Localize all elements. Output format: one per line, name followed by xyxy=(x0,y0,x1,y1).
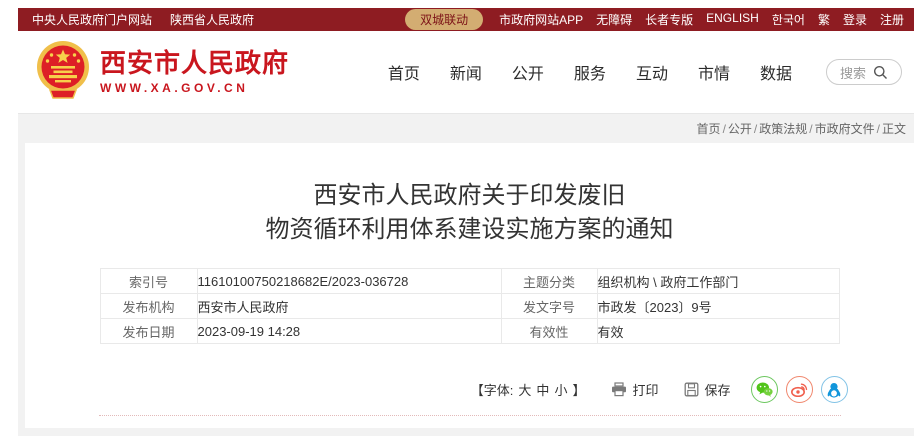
breadcrumb-policies[interactable]: 政策法规 xyxy=(759,120,807,137)
link-senior-version[interactable]: 长者专版 xyxy=(645,11,693,28)
link-accessibility[interactable]: 无障碍 xyxy=(596,11,632,28)
link-korean[interactable]: 한국어 xyxy=(772,11,805,28)
save-label: 保存 xyxy=(704,380,730,399)
meta-value-issuing-agency: 西安市人民政府 xyxy=(197,294,501,319)
search-button[interactable]: 搜索 xyxy=(826,59,902,85)
share-qq-button[interactable] xyxy=(821,376,848,403)
nav-services[interactable]: 服务 xyxy=(574,60,606,84)
meta-value-publish-date: 2023-09-19 14:28 xyxy=(197,319,501,344)
breadcrumb-current: 正文 xyxy=(882,120,906,137)
search-icon xyxy=(873,65,888,80)
meta-value-validity: 有效 xyxy=(597,319,839,344)
breadcrumb-separator: / xyxy=(809,122,812,136)
document-meta-table: 索引号 11610100750218682E/2023-036728 主题分类 … xyxy=(100,268,840,344)
table-row: 发布机构 西安市人民政府 发文字号 市政发〔2023〕9号 xyxy=(100,294,839,319)
search-placeholder: 搜索 xyxy=(840,63,866,82)
breadcrumb: 首页 / 公开 / 政策法规 / 市政府文件 / 正文 xyxy=(18,113,914,143)
font-size-prefix: 【字体: xyxy=(471,380,514,399)
breadcrumb-separator: / xyxy=(723,122,726,136)
save-icon xyxy=(684,382,699,397)
font-size-suffix: 】 xyxy=(572,380,585,399)
print-label: 打印 xyxy=(632,380,658,399)
font-size-large[interactable]: 大 xyxy=(518,380,531,399)
font-size-medium[interactable]: 中 xyxy=(536,380,549,399)
link-gov-app[interactable]: 市政府网站APP xyxy=(499,11,583,28)
site-url: WWW.XA.GOV.CN xyxy=(100,82,289,95)
page-title: 西安市人民政府关于印发废旧 物资循环利用体系建设实施方案的通知 xyxy=(25,179,914,247)
printer-icon xyxy=(611,382,627,397)
wechat-icon xyxy=(756,382,773,397)
share-wechat-button[interactable] xyxy=(751,376,778,403)
content-divider xyxy=(99,415,841,416)
qq-icon xyxy=(827,382,841,398)
link-central-gov[interactable]: 中央人民政府门户网站 xyxy=(32,11,152,28)
font-size-control: 【字体: 大 中 小 】 xyxy=(471,380,586,399)
nav-news[interactable]: 新闻 xyxy=(450,60,482,84)
main-navigation: 首页 新闻 公开 服务 互动 市情 数据 xyxy=(388,60,792,84)
national-emblem-icon xyxy=(36,40,90,105)
meta-label-topic-category: 主题分类 xyxy=(501,269,597,294)
meta-label-publish-date: 发布日期 xyxy=(100,319,197,344)
breadcrumb-disclosure[interactable]: 公开 xyxy=(728,120,752,137)
link-english[interactable]: ENGLISH xyxy=(706,11,759,28)
dual-city-button[interactable]: 双城联动 xyxy=(405,9,483,30)
meta-value-document-no: 市政发〔2023〕9号 xyxy=(597,294,839,319)
article-card: 西安市人民政府关于印发废旧 物资循环利用体系建设实施方案的通知 索引号 1161… xyxy=(25,143,914,428)
content-area: 西安市人民政府关于印发废旧 物资循环利用体系建设实施方案的通知 索引号 1161… xyxy=(18,143,914,436)
meta-label-validity: 有效性 xyxy=(501,319,597,344)
print-button[interactable]: 打印 xyxy=(611,380,658,399)
site-logo[interactable]: 西安市人民政府 WWW.XA.GOV.CN xyxy=(36,40,289,105)
logo-text: 西安市人民政府 WWW.XA.GOV.CN xyxy=(100,49,289,95)
meta-label-index-no: 索引号 xyxy=(100,269,197,294)
table-row: 索引号 11610100750218682E/2023-036728 主题分类 … xyxy=(100,269,839,294)
breadcrumb-gov-documents[interactable]: 市政府文件 xyxy=(815,120,875,137)
share-weibo-button[interactable] xyxy=(786,376,813,403)
table-row: 发布日期 2023-09-19 14:28 有效性 有效 xyxy=(100,319,839,344)
meta-label-issuing-agency: 发布机构 xyxy=(100,294,197,319)
nav-disclosure[interactable]: 公开 xyxy=(512,60,544,84)
page-container: 中央人民政府门户网站 陕西省人民政府 双城联动 市政府网站APP 无障碍 长者专… xyxy=(18,8,914,436)
nav-data[interactable]: 数据 xyxy=(760,60,792,84)
link-register[interactable]: 注册 xyxy=(880,11,904,28)
site-header: 西安市人民政府 WWW.XA.GOV.CN 首页 新闻 公开 服务 互动 市情 … xyxy=(18,31,914,113)
title-line-2: 物资循环利用体系建设实施方案的通知 xyxy=(25,213,914,247)
meta-label-document-no: 发文字号 xyxy=(501,294,597,319)
nav-home[interactable]: 首页 xyxy=(388,60,420,84)
title-line-1: 西安市人民政府关于印发废旧 xyxy=(25,179,914,213)
link-traditional-chinese[interactable]: 繁 xyxy=(818,11,830,28)
breadcrumb-separator: / xyxy=(754,122,757,136)
government-portal-links: 中央人民政府门户网站 陕西省人民政府 xyxy=(32,11,254,28)
nav-interaction[interactable]: 互动 xyxy=(636,60,668,84)
link-login[interactable]: 登录 xyxy=(843,11,867,28)
top-utility-bar: 中央人民政府门户网站 陕西省人民政府 双城联动 市政府网站APP 无障碍 长者专… xyxy=(18,8,914,31)
link-shaanxi-gov[interactable]: 陕西省人民政府 xyxy=(170,11,254,28)
font-size-small[interactable]: 小 xyxy=(554,380,567,399)
breadcrumb-home[interactable]: 首页 xyxy=(697,120,721,137)
nav-city-profile[interactable]: 市情 xyxy=(698,60,730,84)
save-button[interactable]: 保存 xyxy=(684,380,730,399)
site-name: 西安市人民政府 xyxy=(100,49,289,78)
meta-value-topic-category: 组织机构 \ 政府工作部门 xyxy=(597,269,839,294)
article-toolbar: 【字体: 大 中 小 】 打印 xyxy=(92,376,848,403)
topbar-utility-links: 市政府网站APP 无障碍 长者专版 ENGLISH 한국어 繁 登录 注册 xyxy=(499,11,904,28)
share-buttons xyxy=(751,376,848,403)
weibo-icon xyxy=(791,382,808,397)
breadcrumb-separator: / xyxy=(877,122,880,136)
meta-value-index-no: 11610100750218682E/2023-036728 xyxy=(197,269,501,294)
